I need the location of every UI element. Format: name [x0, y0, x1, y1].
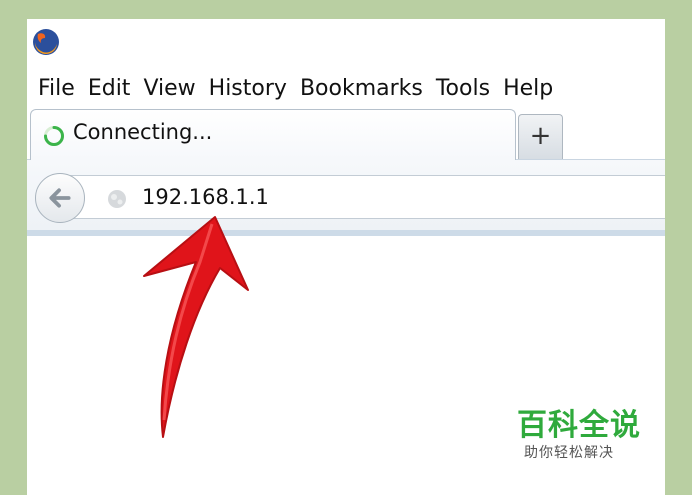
title-bar [27, 19, 665, 67]
tab-connecting[interactable]: Connecting... [30, 109, 516, 160]
menu-item-help[interactable]: Help [503, 76, 553, 101]
menu-item-history[interactable]: History [209, 76, 287, 101]
menu-bar: File Edit View History Bookmarks Tools H… [27, 71, 566, 105]
back-arrow-icon [49, 188, 71, 208]
watermark-logo: 百科全说 助你轻松解决 [510, 384, 660, 470]
watermark-title: 百科全说 [517, 408, 641, 443]
menu-item-view[interactable]: View [143, 76, 195, 101]
tab-title: Connecting... [73, 120, 213, 144]
firefox-logo-icon [33, 29, 59, 55]
back-button[interactable] [35, 173, 85, 223]
watermark-subtitle: 助你轻松解决 [524, 445, 614, 461]
menu-item-bookmarks[interactable]: Bookmarks [300, 76, 423, 101]
menu-item-tools[interactable]: Tools [436, 76, 490, 101]
menu-item-file[interactable]: File [38, 76, 75, 101]
new-tab-button[interactable]: + [518, 114, 563, 159]
menu-item-edit[interactable]: Edit [88, 76, 131, 101]
loading-spinner-icon [44, 126, 64, 146]
url-text[interactable]: 192.168.1.1 [142, 185, 269, 209]
globe-icon [108, 190, 126, 208]
